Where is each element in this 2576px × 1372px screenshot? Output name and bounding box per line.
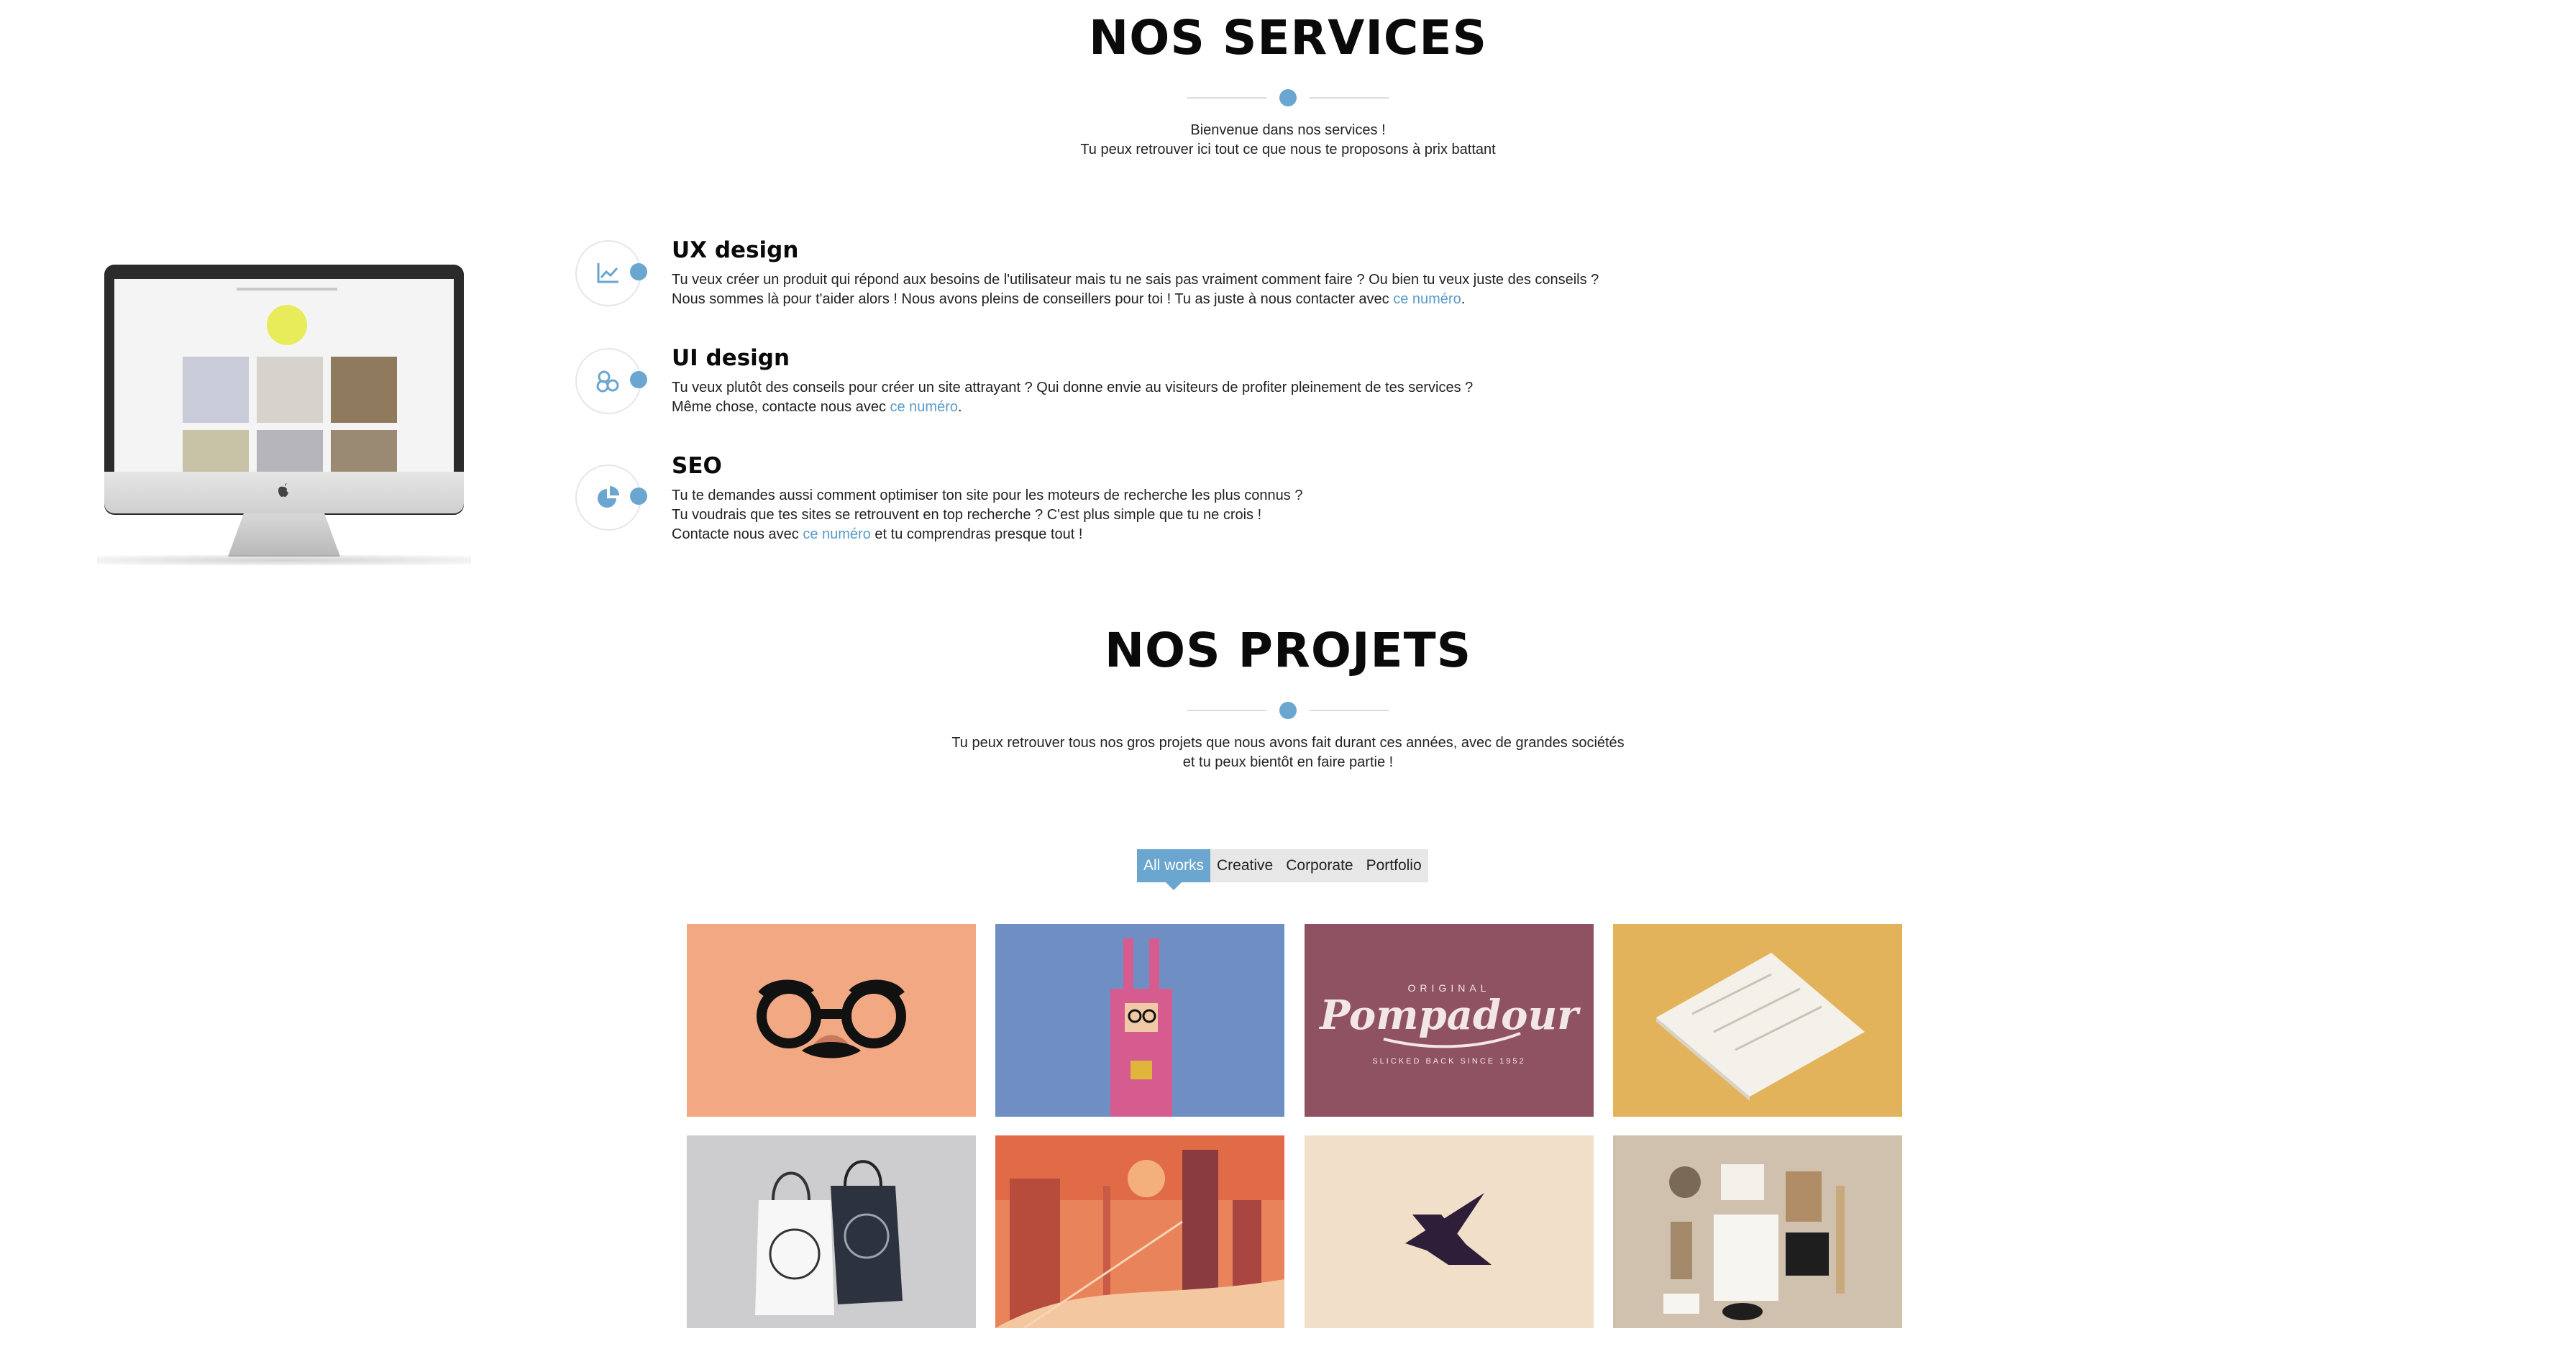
abstract-bird-logo — [1405, 1193, 1492, 1265]
service-description: Tu veux plutôt des conseils pour créer u… — [672, 378, 1473, 417]
pompadour-logo: ORIGINAL Pompadour SLICKED BACK SINCE 19… — [1318, 982, 1581, 1066]
filter-portfolio[interactable]: Portfolio — [1360, 849, 1428, 882]
city-sunset-illustration — [995, 1135, 1284, 1328]
service-title: UX design — [672, 237, 799, 263]
projects-divider — [1187, 702, 1389, 719]
service-dot — [630, 488, 647, 505]
service-description: Tu te demandes aussi comment optimiser t… — [672, 486, 1302, 544]
portfolio-tile-glasses[interactable] — [687, 924, 976, 1117]
service-dot — [630, 371, 647, 388]
divider-dot — [1279, 702, 1297, 719]
service-dot — [630, 263, 647, 280]
service-text: . — [958, 399, 962, 415]
filter-corporate[interactable]: Corporate — [1279, 849, 1359, 882]
apple-logo-icon — [278, 483, 288, 497]
projects-intro: Tu peux retrouver tous nos gros projets … — [0, 733, 2576, 772]
services-intro-line-2: Tu peux retrouver ici tout ce que nous t… — [1080, 142, 1496, 157]
portfolio-tile-bags[interactable] — [687, 1135, 976, 1328]
phone-number-link[interactable]: ce numéro — [803, 526, 871, 542]
logo-main-text: Pompadour — [1318, 992, 1581, 1039]
service-text-line: Contacte nous avec ce numéro et tu compr… — [672, 525, 1302, 544]
service-text: Nous sommes là pour t'aider alors ! Nous… — [672, 291, 1394, 307]
service-ux-design: UX design Tu veux créer un produit qui r… — [575, 237, 1798, 316]
service-description: Tu veux créer un produit qui répond aux … — [672, 270, 1599, 309]
portfolio-tile-pompadour[interactable]: ORIGINAL Pompadour SLICKED BACK SINCE 19… — [1305, 924, 1594, 1117]
glasses-mustache-illustration — [757, 979, 906, 1058]
stationery-branding-mockup — [1663, 1164, 1845, 1320]
service-text-line: Tu te demandes aussi comment optimiser t… — [672, 488, 1303, 503]
service-text: . — [1461, 291, 1466, 307]
website-preview — [114, 279, 454, 472]
services-intro-line-1: Bienvenue dans nos services ! — [1190, 122, 1386, 138]
letterhead-paper-mockup — [1656, 953, 1865, 1101]
portfolio-filter-bar: All works Creative Corporate Portfolio — [1137, 849, 1428, 890]
imac-mockup-image — [97, 265, 471, 567]
service-text-line: Tu veux créer un produit qui répond aux … — [672, 272, 1599, 288]
portfolio-tile-city[interactable] — [995, 1135, 1284, 1328]
filter-all-works[interactable]: All works — [1137, 849, 1211, 890]
service-text: Contacte nous avec — [672, 526, 803, 542]
logo-bottom-text: SLICKED BACK SINCE 1952 — [1372, 1057, 1525, 1066]
projects-title: NOS PROJETS — [1104, 623, 1472, 678]
portfolio-tile-stationery[interactable] — [1613, 1135, 1902, 1328]
phone-number-link[interactable]: ce numéro — [890, 399, 959, 415]
service-text: et tu comprendras presque tout ! — [870, 526, 1083, 542]
service-title: SEO — [672, 453, 722, 479]
shopping-bags-mockup — [755, 1160, 903, 1315]
portfolio-tile-letterhead[interactable] — [1613, 924, 1902, 1117]
filter-creative[interactable]: Creative — [1210, 849, 1279, 882]
service-text-line: Même chose, contacte nous avec ce numéro… — [672, 398, 1473, 417]
service-text-line: Nous sommes là pour t'aider alors ! Nous… — [672, 290, 1599, 309]
projects-intro-line-2: et tu peux bientôt en faire partie ! — [1182, 754, 1394, 770]
services-title: NOS SERVICES — [1089, 10, 1487, 65]
portfolio-tile-rabbit[interactable] — [995, 924, 1284, 1117]
services-divider — [1187, 89, 1389, 106]
service-seo: SEO Tu te demandes aussi comment optimis… — [575, 453, 1798, 554]
service-text: Même chose, contacte nous avec — [672, 399, 890, 415]
service-title: UI design — [672, 345, 790, 371]
projects-intro-line-1: Tu peux retrouver tous nos gros projets … — [951, 735, 1625, 751]
phone-number-link[interactable]: ce numéro — [1393, 291, 1461, 307]
service-text-line: Tu voudrais que tes sites se retrouvent … — [672, 507, 1262, 523]
divider-dot — [1279, 89, 1297, 106]
service-ui-design: UI design Tu veux plutôt des conseils po… — [575, 345, 1798, 424]
pink-rabbit-costume-illustration — [1110, 938, 1172, 1117]
services-intro: Bienvenue dans nos services ! Tu peux re… — [0, 121, 2576, 160]
portfolio-tile-bird[interactable] — [1305, 1135, 1594, 1328]
service-text-line: Tu veux plutôt des conseils pour créer u… — [672, 380, 1474, 395]
